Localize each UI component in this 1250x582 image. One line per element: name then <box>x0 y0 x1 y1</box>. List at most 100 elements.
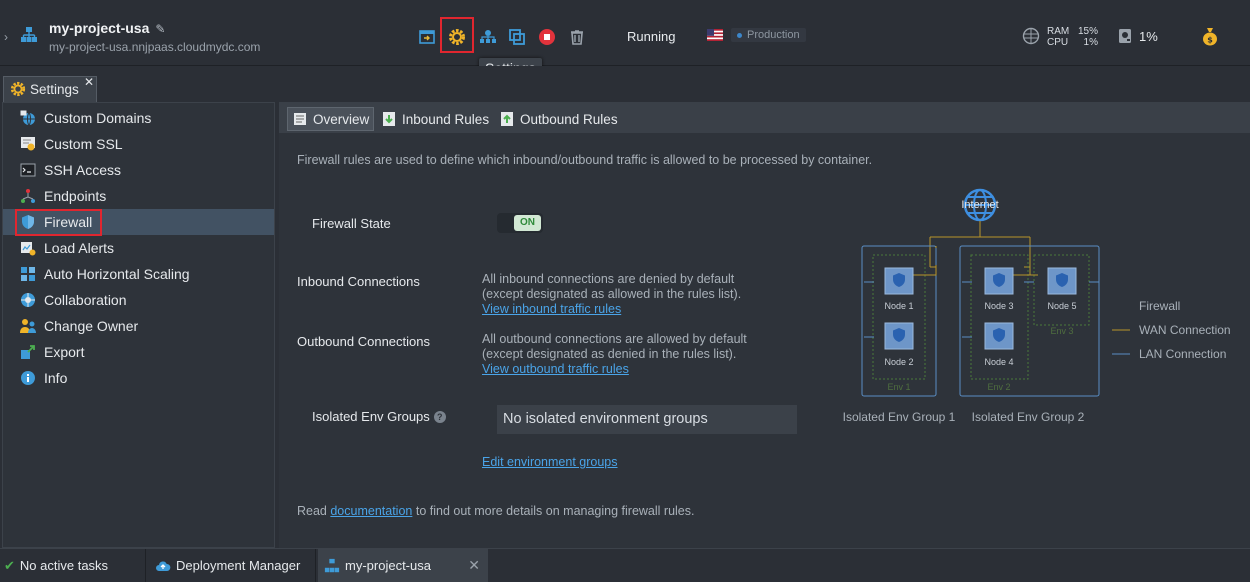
internet-label: Internet <box>961 199 998 211</box>
view-inbound-rules-link[interactable]: View inbound traffic rules <box>482 302 621 316</box>
help-icon[interactable]: ? <box>433 411 446 423</box>
ram-value: 15% <box>1077 26 1098 37</box>
tasks-status[interactable]: ✔ No active tasks <box>0 549 146 582</box>
panel-tabstrip: Settings ✕ <box>0 66 1250 102</box>
nodes-globe-icon <box>1022 27 1040 45</box>
tab-label: Outbound Rules <box>520 111 618 127</box>
toggle-knob: ON <box>514 215 541 231</box>
environment-bar: › my-project-usa ✎ my-project-usa.nnjpaas… <box>0 0 1250 78</box>
node-5-label: Node 5 <box>1047 301 1076 311</box>
isolated-env-groups-label: Isolated Env Groups? <box>312 409 446 424</box>
sidebar-item-info[interactable]: Info <box>3 365 274 391</box>
isolated-groups-field[interactable]: No isolated environment groups <box>497 405 797 434</box>
stop-icon[interactable] <box>537 27 557 47</box>
billing-moneybag-icon[interactable]: $ <box>1201 26 1219 46</box>
group-1-label: Isolated Env Group 1 <box>843 410 956 424</box>
close-tab-icon[interactable]: ✕ <box>468 557 480 574</box>
bottom-taskbar: ✔ No active tasks Deployment Manager my-… <box>0 548 1250 582</box>
node-4-label: Node 4 <box>984 357 1013 367</box>
sidebar-item-change-owner[interactable]: Change Owner <box>3 313 274 339</box>
sidebar-item-export[interactable]: Export <box>3 339 274 365</box>
env-2-label: Env 2 <box>987 382 1010 392</box>
delete-trash-icon[interactable] <box>567 27 587 47</box>
sidebar-item-label: Info <box>44 370 68 386</box>
svg-text:$: $ <box>1207 36 1213 45</box>
inbound-rules-icon <box>383 112 395 126</box>
disk-icon <box>1119 29 1131 43</box>
change-owner-icon <box>19 317 37 335</box>
env-1-label: Env 1 <box>887 382 910 392</box>
outbound-description: All outbound connections are allowed by … <box>482 332 747 376</box>
view-outbound-rules-link[interactable]: View outbound traffic rules <box>482 362 629 376</box>
firewall-highlight <box>15 209 102 236</box>
sidebar-item-firewall[interactable]: Firewall <box>3 209 274 236</box>
clone-icon[interactable] <box>507 27 527 47</box>
sidebar-item-endpoints[interactable]: Endpoints <box>3 183 274 209</box>
firewall-state-toggle[interactable]: ON <box>497 213 543 233</box>
collaboration-icon <box>19 291 37 309</box>
documentation-footer: Read documentation to find out more deta… <box>297 504 695 518</box>
tab-overview[interactable]: Overview <box>287 107 375 131</box>
tab-outbound-rules[interactable]: Outbound Rules <box>495 107 622 131</box>
overview-icon <box>294 113 306 125</box>
settings-sidebar: Custom Domains Custom SSL SSH Access End… <box>2 102 275 548</box>
ssl-certificate-icon <box>19 135 37 153</box>
sidebar-item-label: Collaboration <box>44 292 127 308</box>
open-in-browser-icon[interactable] <box>417 27 437 47</box>
node-5 <box>1047 267 1077 295</box>
sidebar-item-ssh-access[interactable]: SSH Access <box>3 157 274 183</box>
change-topology-icon[interactable] <box>478 27 498 47</box>
checkmark-icon: ✔ <box>4 557 15 573</box>
scaling-icon <box>19 265 37 283</box>
inbound-description: All inbound connections are denied by de… <box>482 272 742 316</box>
tab-label: Inbound Rules <box>402 111 490 127</box>
endpoints-icon <box>19 187 37 205</box>
sidebar-item-collaboration[interactable]: Collaboration <box>3 287 274 313</box>
edit-environment-groups-link[interactable]: Edit environment groups <box>482 455 618 469</box>
documentation-link[interactable]: documentation <box>330 504 412 518</box>
environment-icon <box>21 27 37 42</box>
sidebar-item-label: Custom Domains <box>44 110 152 126</box>
cpu-label: CPU <box>1047 37 1069 48</box>
sidebar-item-label: Endpoints <box>44 188 107 204</box>
environment-status: Running <box>627 29 676 44</box>
legend-wan: WAN Connection <box>1139 323 1231 337</box>
cpu-value: 1% <box>1083 37 1098 48</box>
custom-domains-icon <box>19 109 37 127</box>
settings-panel-tab[interactable]: Settings ✕ <box>3 75 97 102</box>
edit-environment-groups-link-wrap: Edit environment groups <box>482 455 618 469</box>
node-1 <box>884 267 914 295</box>
group-2-label: Isolated Env Group 2 <box>972 410 1085 424</box>
expand-chevron-icon[interactable]: › <box>4 30 8 44</box>
outbound-rules-icon <box>501 112 513 126</box>
sidebar-item-label: Export <box>44 344 85 360</box>
close-tab-icon[interactable]: ✕ <box>84 75 94 89</box>
sidebar-item-custom-ssl[interactable]: Custom SSL <box>3 131 274 157</box>
deployment-manager-tab[interactable]: Deployment Manager <box>146 549 316 582</box>
sidebar-item-label: Load Alerts <box>44 240 115 256</box>
legend-lan: LAN Connection <box>1139 347 1226 361</box>
firewall-intro-text: Firewall rules are used to define which … <box>297 153 873 167</box>
firewall-tabs: Overview Inbound Rules Outbound Rules <box>279 102 1250 133</box>
sidebar-item-custom-domains[interactable]: Custom Domains <box>3 105 274 131</box>
tab-label: Overview <box>313 111 370 127</box>
node-2-label: Node 2 <box>884 357 913 367</box>
rename-pencil-icon[interactable]: ✎ <box>155 22 165 36</box>
outbound-connections-label: Outbound Connections <box>297 334 430 349</box>
env-3-label: Env 3 <box>1050 326 1073 336</box>
settings-highlight <box>440 17 474 53</box>
tab-inbound-rules[interactable]: Inbound Rules <box>377 107 493 131</box>
node-1-label: Node 1 <box>884 301 913 311</box>
load-alerts-icon <box>19 239 37 257</box>
sidebar-item-label: Auto Horizontal Scaling <box>44 266 190 282</box>
sidebar-item-auto-horizontal-scaling[interactable]: Auto Horizontal Scaling <box>3 261 274 287</box>
environment-url[interactable]: my-project-usa.nnjpaas.cloudmydc.com <box>49 40 260 54</box>
settings-gear-icon <box>10 81 26 97</box>
sidebar-item-load-alerts[interactable]: Load Alerts <box>3 235 274 261</box>
cloud-upload-icon <box>156 560 171 571</box>
environment-tag[interactable]: Production <box>731 28 806 42</box>
node-3 <box>984 267 1014 295</box>
node-4 <box>984 322 1014 350</box>
environment-name[interactable]: my-project-usa ✎ <box>49 20 165 36</box>
environment-taskbar-tab[interactable]: my-project-usa ✕ <box>318 549 488 582</box>
